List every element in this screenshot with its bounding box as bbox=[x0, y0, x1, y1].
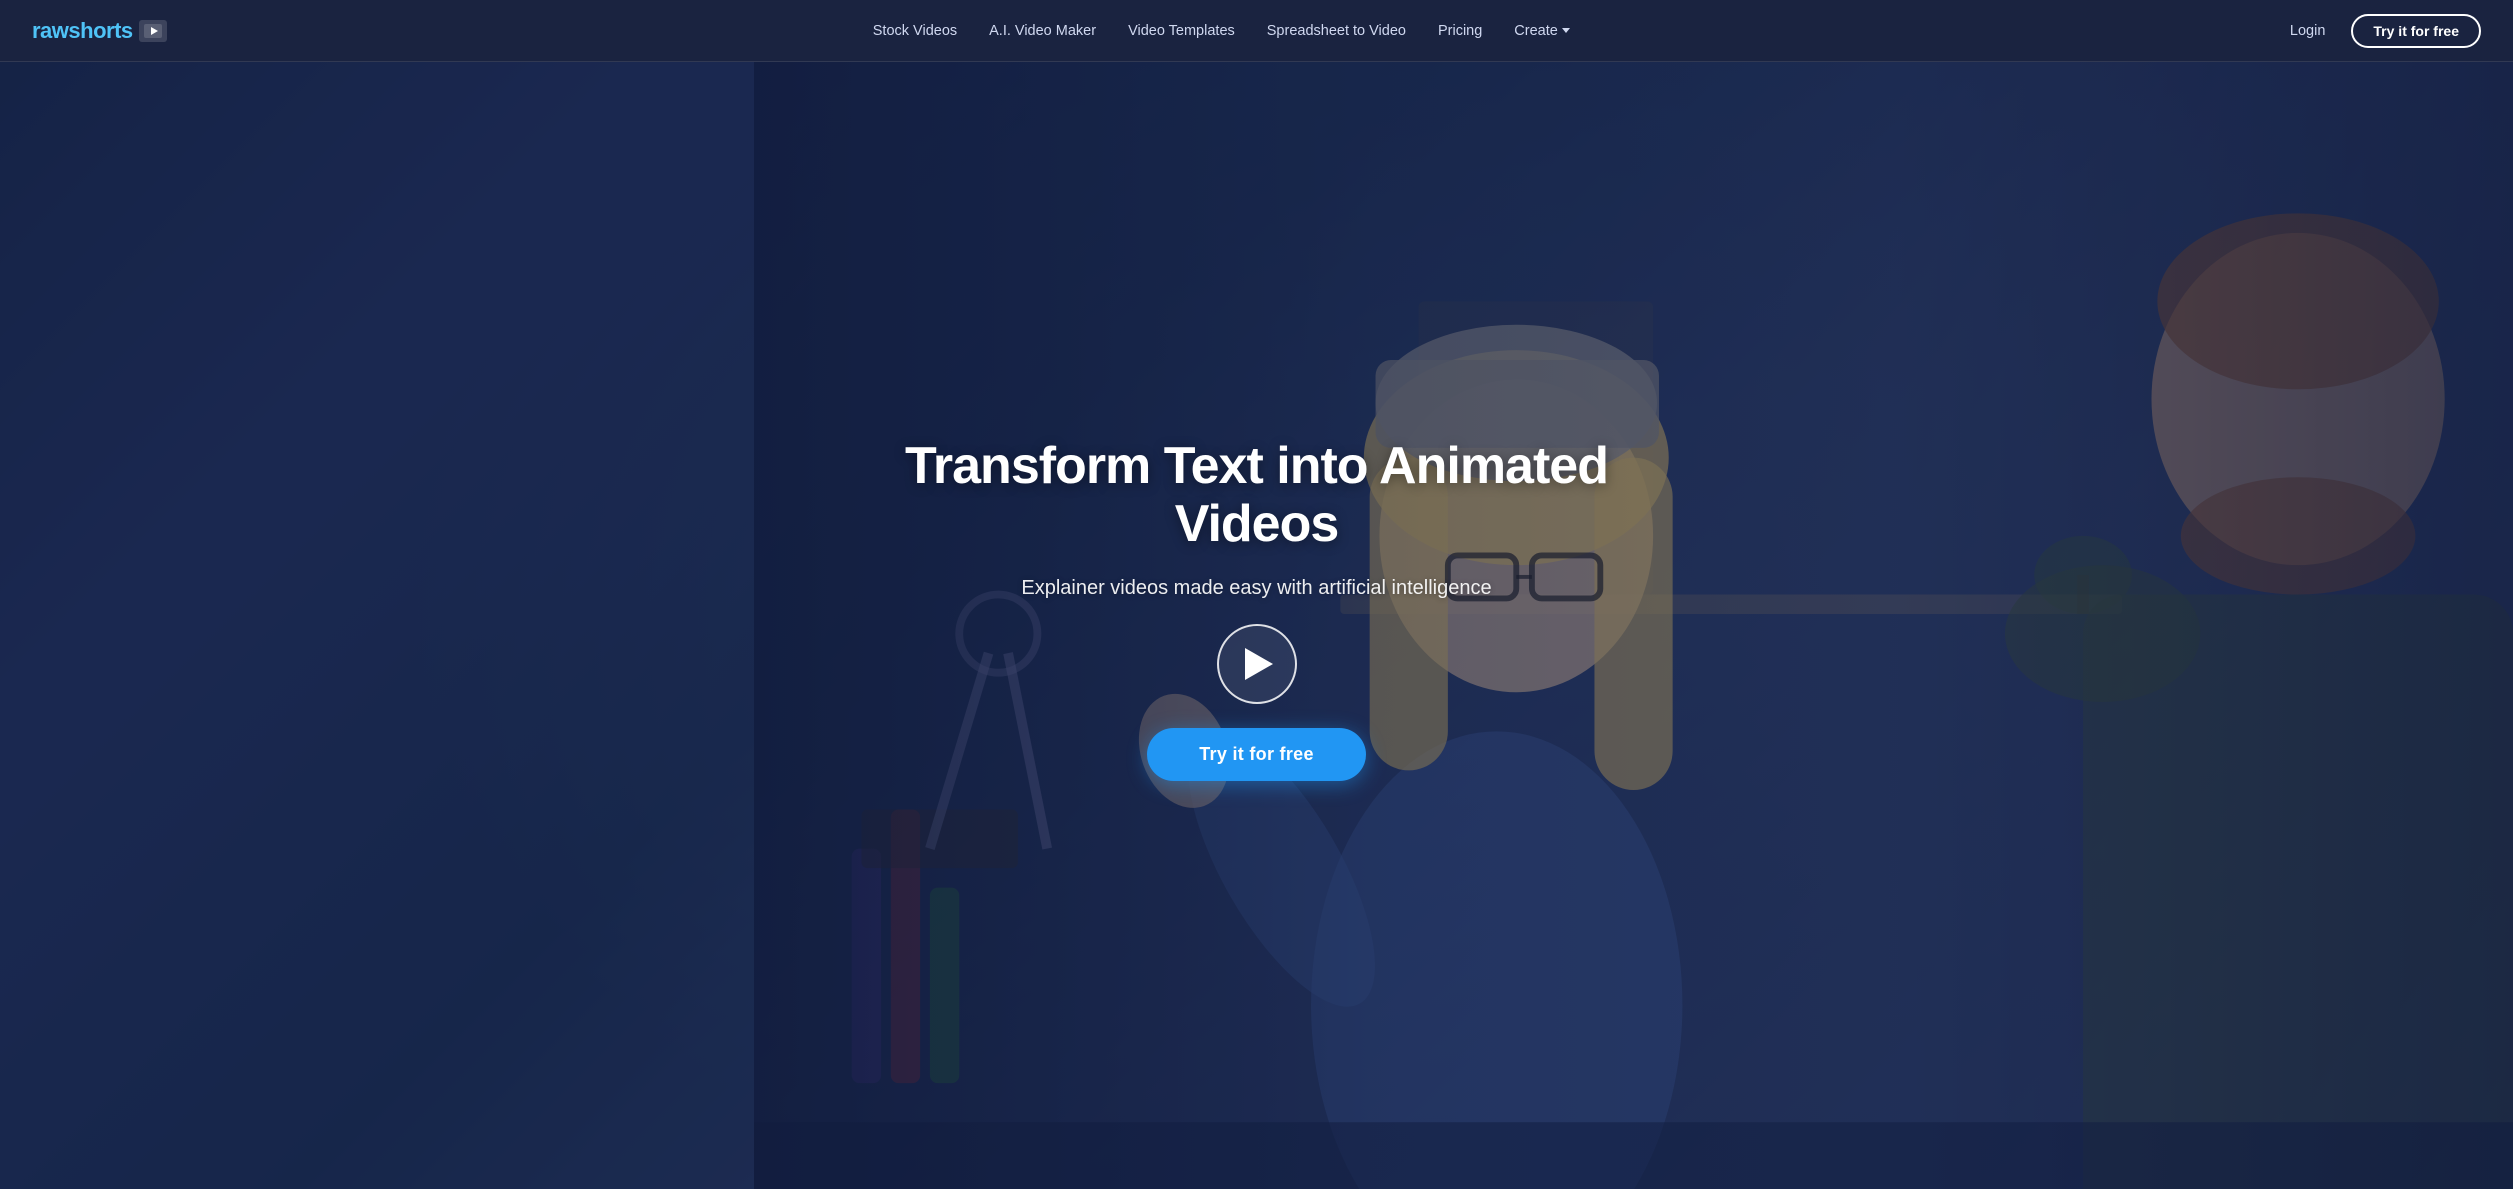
hero-cta-button[interactable]: Try it for free bbox=[1147, 728, 1366, 781]
navbar: rawshorts Stock Videos A.I. Video Maker … bbox=[0, 0, 2513, 62]
nav-link-video-templates[interactable]: Video Templates bbox=[1114, 17, 1249, 45]
nav-item-video-templates: Video Templates bbox=[1114, 22, 1249, 40]
nav-right: Login Try it for free bbox=[2276, 14, 2481, 48]
nav-item-stock-videos: Stock Videos bbox=[859, 22, 971, 40]
nav-link-spreadsheet-to-video[interactable]: Spreadsheet to Video bbox=[1253, 17, 1420, 45]
hero-content: Transform Text into Animated Videos Expl… bbox=[827, 438, 1687, 780]
nav-links: Stock Videos A.I. Video Maker Video Temp… bbox=[859, 17, 1584, 45]
hero-subtitle: Explainer videos made easy with artifici… bbox=[1021, 577, 1491, 600]
logo-icon bbox=[139, 20, 167, 42]
nav-link-ai-video-maker[interactable]: A.I. Video Maker bbox=[975, 17, 1110, 45]
try-free-button-nav[interactable]: Try it for free bbox=[2351, 14, 2481, 48]
nav-link-create[interactable]: Create bbox=[1500, 17, 1584, 45]
nav-link-stock-videos[interactable]: Stock Videos bbox=[859, 17, 971, 45]
logo-link[interactable]: rawshorts bbox=[32, 18, 167, 44]
nav-item-ai-video-maker: A.I. Video Maker bbox=[975, 22, 1110, 40]
chevron-down-icon bbox=[1562, 28, 1570, 33]
nav-item-create: Create bbox=[1500, 17, 1584, 45]
nav-item-spreadsheet-to-video: Spreadsheet to Video bbox=[1253, 22, 1420, 40]
hero-title: Transform Text into Animated Videos bbox=[847, 438, 1667, 552]
play-icon bbox=[1245, 648, 1273, 680]
logo-text: rawshorts bbox=[32, 18, 133, 44]
hero-section: Transform Text into Animated Videos Expl… bbox=[0, 0, 2513, 1189]
nav-item-pricing: Pricing bbox=[1424, 22, 1496, 40]
play-button[interactable] bbox=[1217, 624, 1297, 704]
nav-link-pricing[interactable]: Pricing bbox=[1424, 17, 1496, 45]
login-link[interactable]: Login bbox=[2276, 17, 2339, 45]
